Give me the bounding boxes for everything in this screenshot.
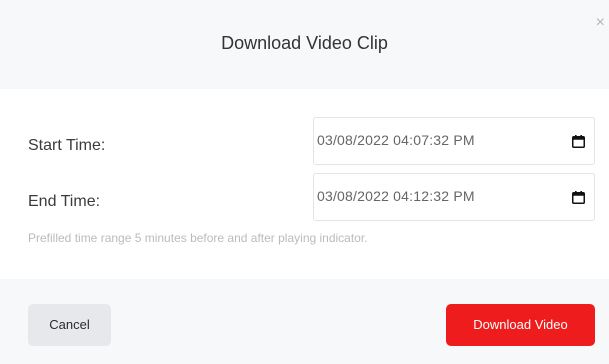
end-time-label: End Time: xyxy=(28,193,101,210)
dialog-title: Download Video Clip xyxy=(221,33,388,53)
download-video-button[interactable]: Download Video xyxy=(446,304,595,346)
end-time-value: 03/08/2022 04:12:32 PM xyxy=(317,188,475,204)
start-time-label: Start Time: xyxy=(28,137,106,154)
calendar-icon[interactable] xyxy=(572,135,585,148)
cancel-button[interactable]: Cancel xyxy=(28,304,111,346)
dialog-header: Download Video Clip xyxy=(0,0,609,89)
helper-text: Prefilled time range 5 minutes before an… xyxy=(28,231,368,245)
start-time-value: 03/08/2022 04:07:32 PM xyxy=(317,132,475,148)
end-time-input[interactable]: 03/08/2022 04:12:32 PM xyxy=(313,173,595,221)
calendar-icon[interactable] xyxy=(572,191,585,204)
start-time-input[interactable]: 03/08/2022 04:07:32 PM xyxy=(313,117,595,165)
download-video-dialog: Download Video Clip × Start Time: 03/08/… xyxy=(0,0,609,364)
close-icon[interactable]: × xyxy=(596,15,605,31)
